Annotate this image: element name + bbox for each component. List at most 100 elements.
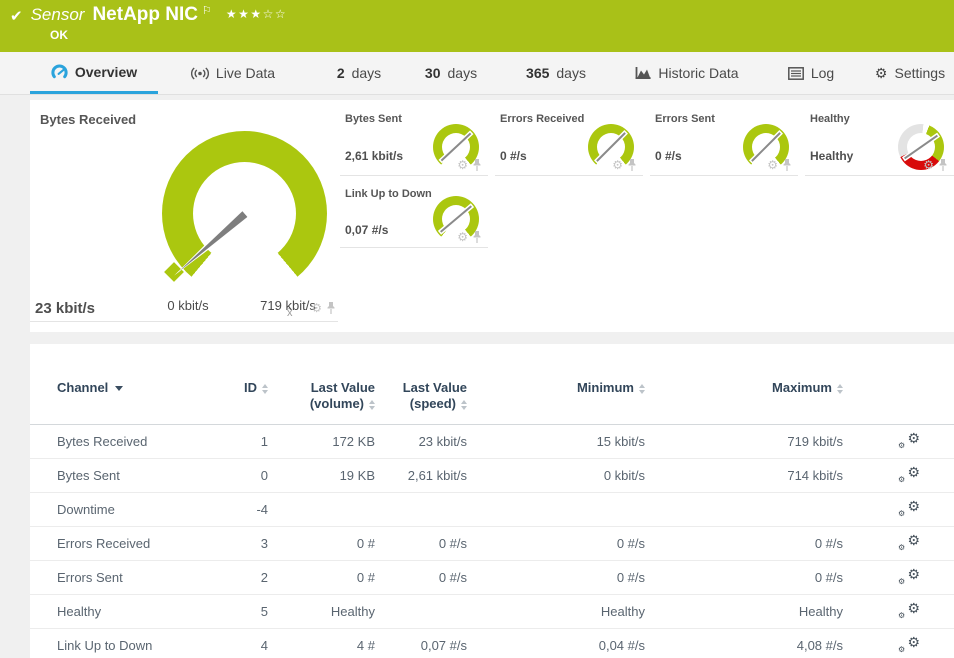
last-value-volume: 19 KB [268,468,375,483]
gauge-settings-gear-icon[interactable]: ⚙ [457,159,468,171]
pin-icon[interactable] [472,230,482,244]
gauge-settings-gear-icon[interactable]: ⚙ [767,159,778,171]
flag-icon[interactable]: ⚐ [202,4,212,17]
maximum-value: Healthy [645,604,843,619]
priority-stars[interactable]: ★★★☆☆ [226,7,287,21]
table-row[interactable]: Healthy 5 Healthy Healthy Healthy ⚙⚙ [30,595,954,629]
minimum-value: 0 #/s [467,536,645,551]
column-label: Last Value (speed) [403,380,467,411]
column-label: Maximum [772,380,832,395]
last-value-speed: 0 #/s [375,570,467,585]
gear-icon-small: ⚙ [898,612,905,620]
sensor-status-badge: OK [50,28,68,42]
minimum-value: 0,04 #/s [467,638,645,653]
table-row[interactable]: Downtime -4 ⚙⚙ [30,493,954,527]
table-row[interactable]: Errors Sent 2 0 # 0 #/s 0 #/s 0 #/s ⚙⚙ [30,561,954,595]
minimum-value: 0 kbit/s [467,468,645,483]
table-row[interactable]: Link Up to Down 4 4 # 0,07 #/s 0,04 #/s … [30,629,954,658]
last-value-volume: 0 # [268,536,375,551]
channel-settings-icon[interactable]: ⚙⚙ [898,499,920,517]
column-header-last-value-speed[interactable]: Last Value (speed) [375,380,467,412]
gear-icon: ⚙ [907,499,920,513]
tab-log[interactable]: Log [775,52,847,94]
gauge-current-value: 0,07 #/s [345,223,388,237]
column-label: ID [244,380,257,395]
gear-icon-small: ⚙ [898,510,905,518]
tab-historic-data[interactable]: Historic Data [618,52,756,94]
channel-name[interactable]: Downtime [57,502,217,517]
pin-icon[interactable] [938,158,948,172]
bytes-received-gauge: x̄ [162,131,327,296]
gauge-panel-healthy: Healthy Healthy ⚙ [805,100,954,176]
gauge-title: Bytes Received [40,112,136,127]
pin-icon[interactable] [782,158,792,172]
pin-icon[interactable] [627,158,637,172]
channel-settings-icon[interactable]: ⚙⚙ [898,567,920,585]
last-value-volume: Healthy [268,604,375,619]
gauge-panel-errors-received: Errors Received 0 #/s ⚙ [495,100,643,176]
area-chart-icon [635,66,651,80]
gauge-settings-gear-icon[interactable]: ⚙ [457,231,468,243]
gauge-settings-gear-icon[interactable]: ⚙ [612,159,623,171]
pin-icon[interactable] [472,158,482,172]
channel-id: -4 [217,502,268,517]
tab-30-days[interactable]: 30 days [405,52,497,94]
gauge-title: Link Up to Down [345,188,432,200]
channel-name[interactable]: Bytes Received [57,434,217,449]
pin-icon[interactable] [326,301,336,315]
last-value-volume: 172 KB [268,434,375,449]
tab-label: Overview [75,64,137,80]
gauge-current-value: 0 #/s [655,149,682,163]
gear-icon: ⚙ [907,465,920,479]
tab-number: 2 [337,65,345,81]
tab-settings[interactable]: ⚙ Settings [866,52,954,94]
gauge-panel-bytes-sent: Bytes Sent 2,61 kbit/s ⚙ [340,100,488,176]
minimum-value: 0 #/s [467,570,645,585]
gauge-settings-gear-icon[interactable]: ⚙ [311,302,322,314]
column-header-minimum[interactable]: Minimum [467,380,645,396]
channel-name[interactable]: Link Up to Down [57,638,217,653]
gauge-panel-bytes-received: Bytes Received x̄ 0 kbit/s 719 kbit/s 23… [30,100,338,322]
channel-settings-icon[interactable]: ⚙⚙ [898,533,920,551]
channel-settings-icon[interactable]: ⚙⚙ [898,465,920,483]
column-header-channel[interactable]: Channel [57,380,217,396]
tab-label: days [352,65,382,81]
channel-settings-icon[interactable]: ⚙⚙ [898,431,920,449]
tab-overview[interactable]: Overview [30,52,158,94]
tab-live-data[interactable]: Live Data [168,52,298,94]
last-value-speed: 23 kbit/s [375,434,467,449]
maximum-value: 714 kbit/s [645,468,843,483]
channel-settings-icon[interactable]: ⚙⚙ [898,601,920,619]
gauge-icon [51,64,68,80]
channel-name[interactable]: Bytes Sent [57,468,217,483]
tab-365-days[interactable]: 365 days [505,52,607,94]
tab-2-days[interactable]: 2 days [318,52,400,94]
channel-settings-icon[interactable]: ⚙⚙ [898,635,920,653]
gauge-panel-link-up-to-down: Link Up to Down 0,07 #/s ⚙ [340,184,488,248]
tab-label: days [556,65,586,81]
maximum-value: 0 #/s [645,536,843,551]
channel-id: 5 [217,604,268,619]
minimum-value: 15 kbit/s [467,434,645,449]
table-row[interactable]: Errors Received 3 0 # 0 #/s 0 #/s 0 #/s … [30,527,954,561]
maximum-value: 719 kbit/s [645,434,843,449]
table-row[interactable]: Bytes Received 1 172 KB 23 kbit/s 15 kbi… [30,425,954,459]
gauge-settings-gear-icon[interactable]: ⚙ [923,159,934,171]
channel-table-header: Channel ID Last Value (volume) Last Valu… [30,344,954,425]
channel-name[interactable]: Errors Received [57,536,217,551]
gear-icon-small: ⚙ [898,646,905,654]
sort-desc-icon [115,386,123,391]
channel-name[interactable]: Healthy [57,604,217,619]
column-header-maximum[interactable]: Maximum [645,380,843,396]
gear-icon: ⚙ [907,635,920,649]
gauge-scale-min: 0 kbit/s [156,298,220,313]
sensor-title: NetApp NIC [92,4,198,26]
last-value-volume: 0 # [268,570,375,585]
column-header-last-value-volume[interactable]: Last Value (volume) [268,380,375,412]
channel-name[interactable]: Errors Sent [57,570,217,585]
table-row[interactable]: Bytes Sent 0 19 KB 2,61 kbit/s 0 kbit/s … [30,459,954,493]
column-header-id[interactable]: ID [217,380,268,396]
log-list-icon [788,67,804,80]
gear-icon: ⚙ [875,66,888,80]
gear-icon-small: ⚙ [898,544,905,552]
